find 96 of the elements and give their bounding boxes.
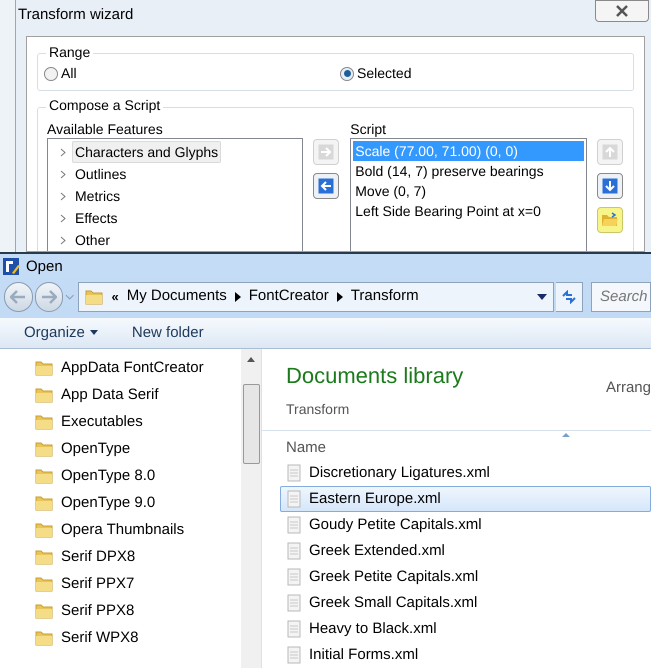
column-header[interactable]: Name — [286, 438, 326, 458]
sort-icon — [562, 433, 570, 438]
radio-option[interactable]: All — [44, 63, 340, 84]
back-button[interactable] — [4, 282, 32, 312]
list-label: Script — [350, 120, 388, 138]
move-down-button[interactable] — [596, 173, 623, 199]
expand-icon — [60, 236, 66, 244]
forward-button[interactable] — [34, 282, 63, 312]
folder-item[interactable]: OpenType 9.0 — [35, 490, 241, 517]
folder-icon — [35, 360, 53, 376]
document-icon — [287, 516, 301, 534]
folder-icon — [35, 630, 53, 646]
tree-item[interactable]: Other — [60, 229, 302, 251]
file-row[interactable]: Initial Forms.xml — [280, 642, 651, 668]
window-title: Transform wizard — [18, 5, 134, 25]
refresh-button[interactable] — [556, 282, 583, 312]
folder-icon — [35, 495, 53, 512]
script-item[interactable]: Bold (14, 7) preserve bearings — [353, 161, 584, 181]
folder-item[interactable]: Serif DPX8 — [35, 544, 241, 571]
document-icon — [287, 620, 301, 638]
library-subtitle: Transform — [286, 400, 350, 420]
folder-item[interactable]: Serif PPX7 — [35, 570, 241, 598]
overflow-chevron[interactable]: « — [111, 286, 119, 306]
document-icon — [287, 490, 301, 508]
move-left-button[interactable] — [312, 173, 339, 199]
list-label: Available Features — [47, 120, 164, 138]
scrollbar[interactable] — [241, 348, 261, 668]
document-icon — [287, 568, 301, 586]
folder-item[interactable]: Serif WPX8 — [35, 624, 241, 652]
expand-icon — [60, 148, 66, 156]
expand-icon — [60, 192, 66, 200]
folder-item[interactable]: Executables — [35, 408, 241, 436]
file-row[interactable]: Heavy to Black.xml — [280, 616, 651, 642]
folder-icon — [35, 441, 53, 458]
breadcrumb[interactable]: Transform — [350, 285, 419, 308]
arrange-label: Arrang — [606, 378, 651, 398]
open-file-button[interactable] — [596, 207, 623, 233]
dropdown-icon — [65, 294, 74, 300]
document-icon — [287, 594, 301, 612]
file-row[interactable]: Greek Small Capitals.xml — [280, 590, 651, 616]
folder-icon — [35, 549, 53, 566]
file-row[interactable]: Eastern Europe.xml — [280, 486, 651, 512]
folder-icon — [35, 468, 53, 484]
separator-arrow-icon — [336, 292, 343, 302]
file-row[interactable]: Greek Extended.xml — [280, 538, 651, 564]
arrow-icon — [318, 178, 334, 194]
folder-icon — [35, 387, 53, 404]
script-item[interactable]: Move (0, 7) — [353, 181, 584, 201]
document-icon — [287, 646, 301, 664]
toolbar-button[interactable]: New folder — [132, 322, 204, 344]
tree-item[interactable]: Outlines — [60, 163, 302, 185]
breadcrumb[interactable]: My Documents — [126, 285, 227, 308]
dropdown-icon — [537, 294, 548, 300]
document-icon — [287, 542, 301, 560]
tree-item[interactable]: Effects — [60, 207, 302, 229]
folder-item[interactable]: AppData FontCreator — [35, 354, 241, 382]
expand-icon — [60, 214, 66, 222]
folder-icon — [35, 414, 53, 430]
window-title: Open — [26, 257, 63, 278]
radio-option[interactable]: Selected — [340, 63, 412, 84]
tree-item[interactable]: Metrics — [60, 185, 302, 207]
arrow-icon — [602, 178, 618, 194]
folder-item[interactable]: App Data Serif — [35, 382, 241, 409]
folder-icon — [35, 576, 53, 592]
app-icon — [2, 257, 22, 278]
group-label: Compose a Script — [46, 98, 164, 112]
search-field[interactable]: Search — [591, 282, 651, 312]
folder-icon — [35, 603, 53, 620]
close-button[interactable] — [595, 0, 649, 22]
script-item[interactable]: Left Side Bearing Point at x=0 — [353, 201, 584, 221]
library-title: Documents library — [286, 362, 464, 389]
folder-item[interactable]: OpenType — [35, 436, 241, 463]
document-icon — [287, 464, 301, 482]
scrollbar-thumb[interactable] — [242, 384, 260, 464]
file-row[interactable]: Discretionary Ligatures.xml — [280, 460, 651, 486]
dropdown-icon — [90, 330, 98, 336]
folder-icon — [600, 212, 619, 228]
folder-item[interactable]: Serif PPX8 — [35, 598, 241, 625]
file-row[interactable]: Goudy Petite Capitals.xml — [280, 512, 651, 538]
expand-icon — [60, 170, 66, 178]
refresh-icon — [561, 290, 578, 304]
folder-icon — [35, 522, 53, 538]
breadcrumb[interactable]: FontCreator — [248, 285, 329, 308]
arrow-icon — [318, 144, 334, 160]
back-icon — [10, 290, 26, 304]
menu-button[interactable]: Organize — [24, 322, 98, 344]
file-row[interactable]: Greek Petite Capitals.xml — [280, 564, 651, 590]
forward-icon — [40, 290, 57, 304]
separator-arrow-icon — [234, 292, 241, 302]
arrow-icon — [602, 144, 618, 160]
close-icon — [615, 5, 629, 17]
folder-item[interactable]: Opera Thumbnails — [35, 516, 241, 544]
address-bar[interactable]: « My Documents FontCreator Transform — [78, 282, 554, 312]
scroll-up-icon — [247, 356, 255, 362]
folder-item[interactable]: OpenType 8.0 — [35, 462, 241, 490]
folder-icon — [85, 288, 104, 304]
